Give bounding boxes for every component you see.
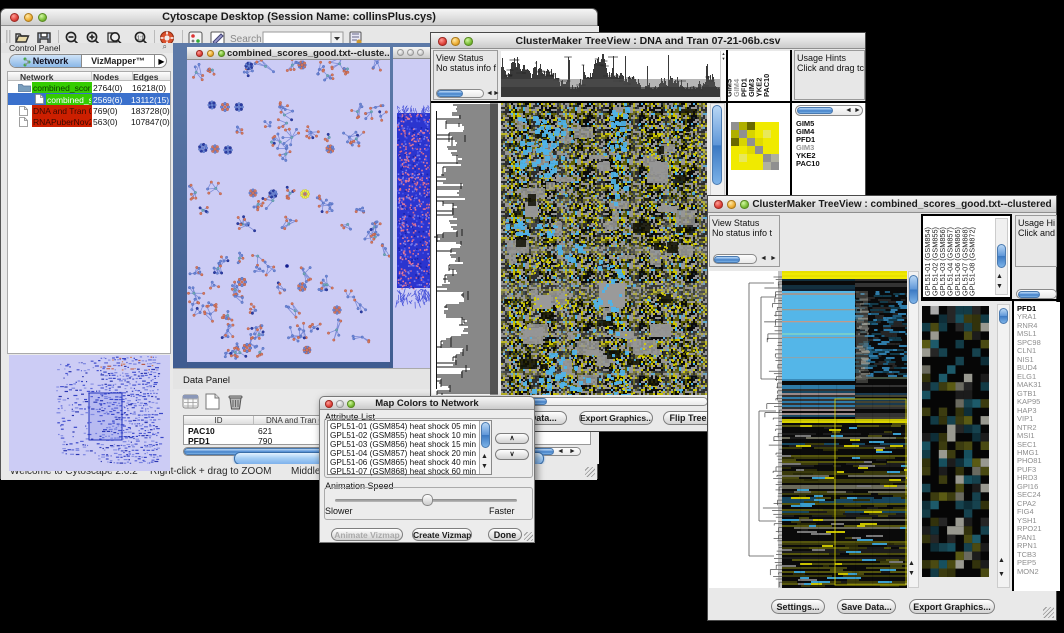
svg-text:1:1: 1:1: [137, 36, 144, 42]
svg-text:PAC10: PAC10: [762, 74, 771, 97]
